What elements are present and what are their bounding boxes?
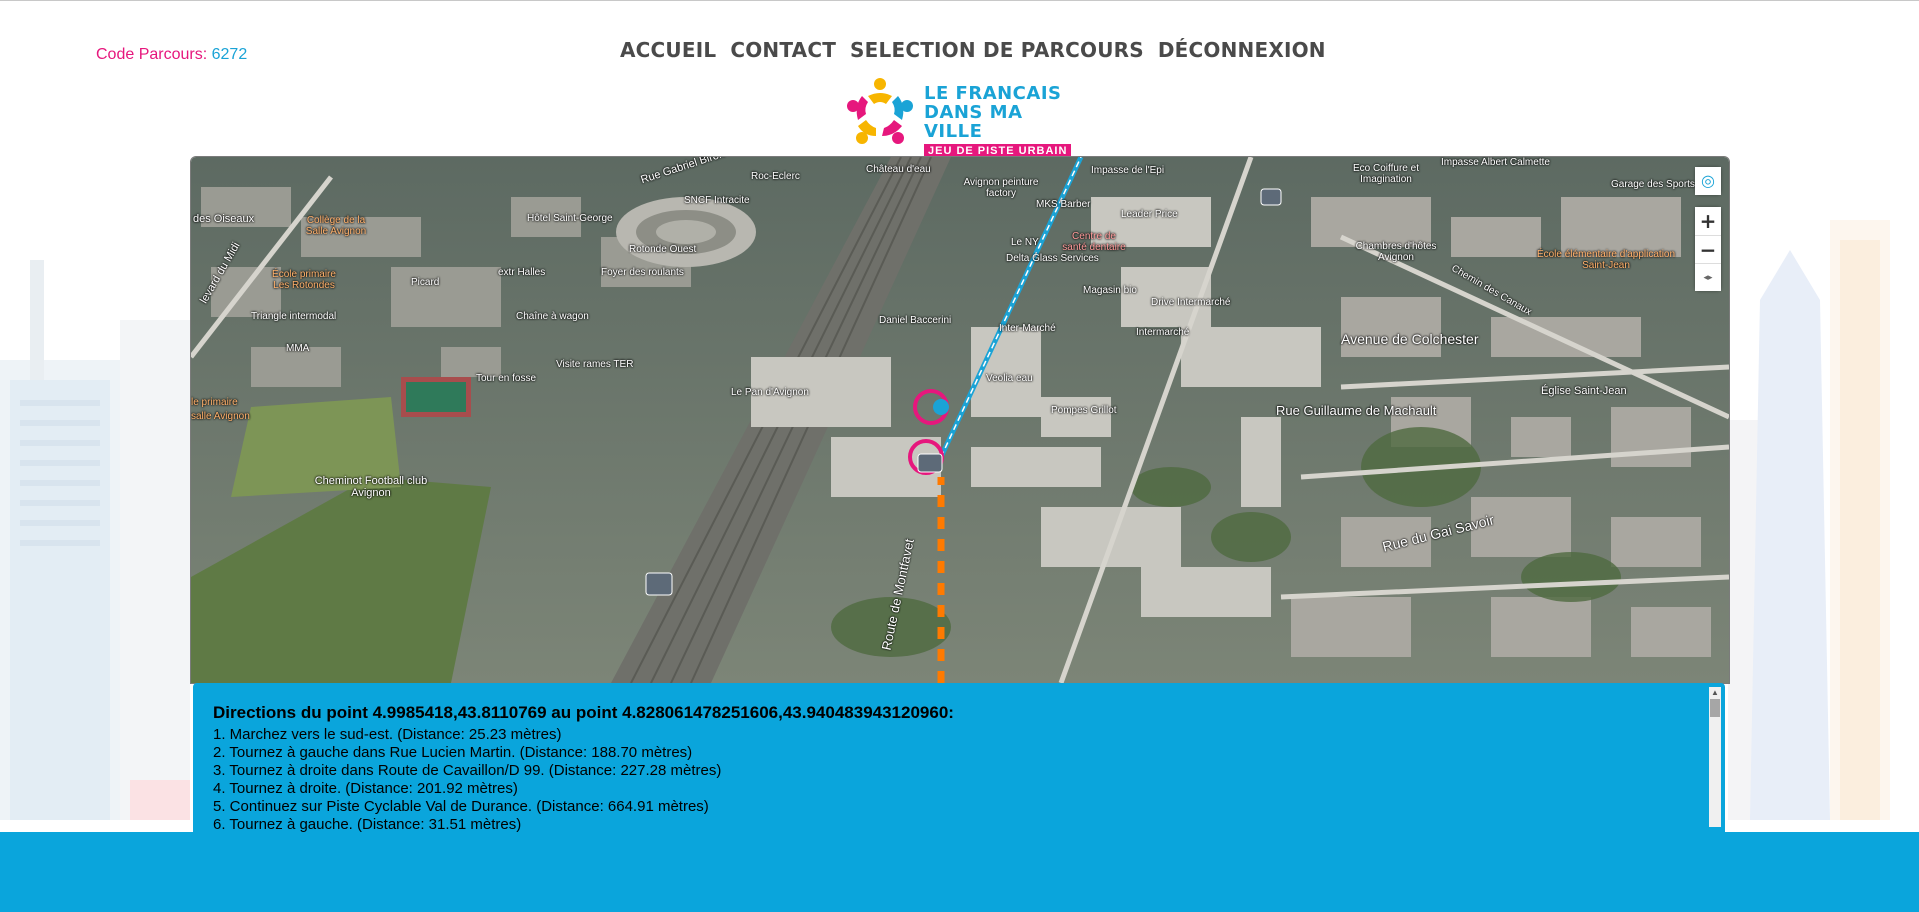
- compass-button[interactable]: ◂▸: [1695, 263, 1721, 291]
- map-label: Delta Glass Services: [1006, 253, 1099, 264]
- map-label: Cheminot Football club Avignon: [314, 475, 428, 499]
- map-label: Drive Intermarché: [1151, 297, 1231, 308]
- directions-panel[interactable]: Directions du point 4.9985418,43.8110769…: [193, 683, 1725, 833]
- map-label: le primaire: [191, 397, 238, 408]
- map-label: Magasin bio: [1083, 285, 1137, 296]
- direction-step: 1. Marchez vers le sud-est. (Distance: 2…: [213, 726, 562, 743]
- footer-band: [0, 832, 1919, 912]
- map-label: Impasse Albert Calmette: [1441, 157, 1550, 168]
- direction-step: 4. Tournez à droite. (Distance: 201.92 m…: [213, 780, 518, 797]
- map-label: Impasse de l'Epi: [1091, 165, 1165, 176]
- map-label: Inter-Marché: [999, 323, 1056, 334]
- main-nav: ACCUEIL CONTACT SELECTION DE PARCOURS DÉ…: [620, 38, 1326, 62]
- nav-contact[interactable]: CONTACT: [730, 38, 836, 62]
- map-label: École primaire Les Rotondes: [272, 269, 336, 291]
- map-label: École élémentaire d'application Saint-Je…: [1536, 249, 1676, 271]
- map-label: MKS Barber: [1036, 199, 1091, 210]
- code-parcours-value: 6272: [211, 46, 248, 63]
- map-label: Veolia eau: [986, 373, 1033, 384]
- locate-button[interactable]: ◎: [1695, 167, 1721, 195]
- logo-line-2: DANS MA VILLE: [924, 102, 1023, 142]
- map-label: Pompes Grillot: [1051, 405, 1117, 416]
- map-label: extr Halles: [498, 267, 546, 278]
- map-label: Roc-Eclerc: [751, 171, 800, 182]
- map-label: Avignon peinture factory: [963, 177, 1039, 199]
- direction-step: 3. Tournez à droite dans Route de Cavail…: [213, 762, 722, 779]
- route-map[interactable]: Rue Gabriel Biron SNCF Intracite Roc-Ecl…: [190, 156, 1730, 684]
- nav-deconnexion[interactable]: DÉCONNEXION: [1158, 38, 1326, 62]
- map-label: Foyer des roulants: [601, 267, 684, 278]
- map-label: Leader Price: [1121, 209, 1178, 220]
- map-label: Chaîne à wagon: [516, 311, 589, 322]
- nav-selection-parcours[interactable]: SELECTION DE PARCOURS: [850, 38, 1144, 62]
- map-label: MMA: [286, 343, 310, 354]
- logo-text: LE FRANCAIS DANS MA VILLE JEU DE PISTE U…: [924, 84, 1085, 159]
- map-label: SNCF Intracite: [684, 195, 750, 206]
- directions-title: Directions du point 4.9985418,43.8110769…: [213, 703, 954, 722]
- directions-scrollbar[interactable]: ▲: [1709, 687, 1721, 827]
- scroll-thumb[interactable]: [1710, 699, 1720, 717]
- map-label: Daniel Baccerini: [879, 315, 952, 326]
- map-label: salle Avignon: [191, 411, 250, 422]
- map-label: Garage des Sports: [1611, 179, 1695, 190]
- top-border: [0, 0, 1919, 1]
- people-circle-icon: [847, 78, 913, 144]
- logo-line-1: LE FRANCAIS: [924, 83, 1062, 104]
- map-label: Collège de la Salle Avignon: [305, 215, 367, 237]
- map-label: Triangle intermodal: [251, 311, 337, 322]
- map-label: Intermarché: [1136, 327, 1190, 338]
- map-label: Picard: [411, 277, 440, 288]
- locate-control: ◎: [1695, 167, 1721, 195]
- map-label: Château d'eau: [866, 164, 931, 175]
- map-label: Eco Coiffure et Imagination: [1353, 163, 1419, 185]
- map-label: Hôtel Saint-George: [527, 213, 613, 224]
- direction-step: 6. Tournez à gauche. (Distance: 31.51 mè…: [213, 816, 522, 833]
- direction-step: 2. Tournez à gauche dans Rue Lucien Mart…: [213, 744, 693, 761]
- map-label: Église Saint-Jean: [1541, 385, 1627, 397]
- map-label: Le NY: [1011, 237, 1039, 248]
- map-label: Avenue de Colchester: [1341, 331, 1479, 347]
- map-label: Rue Guillaume de Machault: [1276, 403, 1437, 418]
- map-label: Chambres d'hôtes Avignon: [1355, 241, 1437, 263]
- directions-content: Directions du point 4.9985418,43.8110769…: [213, 703, 954, 833]
- zoom-out-button[interactable]: −: [1695, 235, 1721, 263]
- map-label: Centre de santé dentaire: [1062, 231, 1126, 253]
- map-label: Le Pan d'Avignon: [731, 387, 809, 398]
- site-logo[interactable]: LE FRANCAIS DANS MA VILLE JEU DE PISTE U…: [840, 74, 1085, 158]
- map-label: Tour en fosse: [476, 373, 537, 384]
- direction-step: 5. Continuez sur Piste Cyclable Val de D…: [213, 798, 709, 815]
- scroll-up-icon[interactable]: ▲: [1709, 687, 1721, 699]
- zoom-in-button[interactable]: +: [1695, 207, 1721, 235]
- map-label: des Oiseaux: [193, 213, 255, 225]
- zoom-control: + − ◂▸: [1695, 207, 1721, 291]
- code-parcours-label: Code Parcours:: [96, 46, 208, 63]
- nav-accueil[interactable]: ACCUEIL: [620, 38, 716, 62]
- map-label: Visite rames TER: [556, 359, 634, 370]
- code-parcours: Code Parcours: 6272: [96, 46, 247, 64]
- satellite-terrain: [191, 157, 1729, 683]
- map-label: Rotonde Ouest: [629, 244, 697, 255]
